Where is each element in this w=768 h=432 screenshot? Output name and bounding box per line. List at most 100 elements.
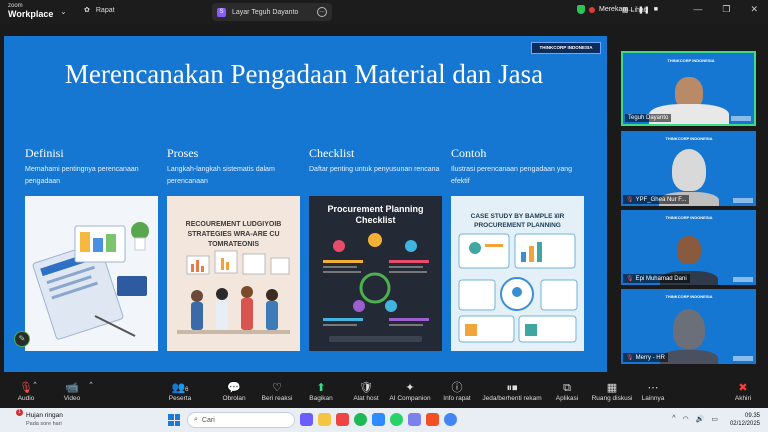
participant-tile[interactable]: THINKCORP INDONESIA 🎙 Epi Muhamad Dani	[621, 210, 756, 285]
more-icon[interactable]: …	[317, 7, 327, 17]
meeting-info-label: Info rapat	[443, 395, 471, 402]
file-explorer-icon[interactable]	[318, 413, 331, 426]
audio-options-chevron-icon[interactable]: ^	[30, 381, 40, 388]
participant-name: 🎙 Merry - HR	[623, 353, 668, 362]
info-icon: ⓘ	[451, 382, 463, 394]
heart-icon: ♡	[272, 382, 282, 394]
time: 09.35	[744, 413, 760, 419]
host-tools-label: Alat host	[353, 395, 379, 402]
windows-start-icon[interactable]	[168, 414, 180, 426]
apps-label: Aplikasi	[555, 395, 579, 402]
column-text: Ilustrasi perencanaan pengadaan yang efe…	[451, 166, 573, 185]
people-icon: 👥6	[171, 382, 189, 394]
participant-face	[671, 149, 706, 191]
zoom-logo: zoom Workplace	[8, 2, 53, 19]
participant-face	[676, 236, 701, 264]
mic-muted-icon: 🎙	[626, 355, 634, 361]
share-tab[interactable]: S Layar Teguh Dayanto …	[212, 3, 332, 21]
watermark	[733, 277, 753, 282]
weather-title: Hujan ringan	[26, 412, 63, 419]
card3-title: Procurement Planning Checklist	[327, 204, 424, 225]
teams-icon[interactable]	[408, 413, 421, 426]
pause-record-label: Jeda/berhenti rekam	[482, 395, 542, 402]
checklist-illustration: Procurement Planning Checklist	[309, 196, 442, 351]
column-heading: Proses	[167, 146, 199, 160]
weather-badge: 1	[16, 409, 23, 416]
meeting-label: Rapat	[95, 6, 115, 14]
taskbar-clock[interactable]: 09.35 02/12/2025	[730, 412, 760, 428]
minimize-icon[interactable]: —	[693, 4, 702, 15]
stop-icon[interactable]: ■	[654, 6, 658, 13]
end-meeting-button[interactable]: ✖ Akhiri	[721, 381, 765, 402]
shared-screen-slide: THINKCORP INDONESIA Merencanakan Pengada…	[4, 36, 607, 372]
pause-record-button[interactable]: ⏸⏹ Jeda/berhenti rekam	[482, 381, 542, 402]
breakout-label: Ruang diskusi	[591, 395, 633, 402]
chevron-up-icon[interactable]: ^	[672, 415, 675, 423]
chevron-down-icon[interactable]: ⌄	[60, 7, 67, 16]
search-icon: ⌕	[194, 416, 198, 423]
column-proses: Proses Langkah-langkah sistematis dalam …	[167, 146, 302, 188]
participant-body	[659, 350, 718, 364]
audio-button[interactable]: 🎙 Audio	[4, 381, 48, 402]
share-button[interactable]: ⬆ Bagikan	[299, 381, 343, 402]
copilot-icon[interactable]	[300, 413, 313, 426]
system-tray: ^ ◠ 🔊 ▭	[672, 415, 718, 423]
share-screen-icon: ⬆	[316, 382, 326, 394]
battery-icon[interactable]: ▭	[711, 415, 718, 423]
more-button[interactable]: ⋯ Lainnya	[631, 381, 675, 402]
mic-muted-icon: 🎙	[626, 197, 634, 203]
whatsapp-icon[interactable]	[390, 413, 403, 426]
share-label: Bagikan	[309, 395, 333, 402]
chat-button[interactable]: 💬 Obrolan	[212, 381, 256, 402]
record-dot-icon	[589, 6, 595, 13]
browser-icon[interactable]	[336, 413, 349, 426]
breakout-rooms-button[interactable]: ▦ Ruang diskusi	[587, 381, 637, 402]
meeting-info-button[interactable]: ⓘ Info rapat	[435, 381, 479, 402]
shield-icon	[577, 5, 585, 14]
participant-tile[interactable]: THINKCORP INDONESIA 🎙 YPF_Ghea Nur F...	[621, 131, 756, 206]
more-label: Lainnya	[641, 395, 665, 402]
column-heading: Checklist	[309, 146, 355, 160]
column-definisi: Definisi Memahami pentingnya perencanaan…	[25, 146, 160, 188]
close-icon[interactable]: ✕	[750, 4, 758, 15]
watermark	[733, 198, 753, 203]
participant-tile[interactable]: THINKCORP INDONESIA 🎙 Merry - HR	[621, 289, 756, 364]
video-options-chevron-icon[interactable]: ^	[86, 381, 96, 388]
share-badge: S	[217, 7, 226, 17]
weather-subtitle: Pada sore hari	[26, 421, 62, 427]
weather-widget[interactable]: Hujan ringan Pada sore hari	[26, 412, 63, 428]
participant-name: Teguh Dayanto	[625, 114, 672, 122]
host-tools-button[interactable]: 🛡 Alat host	[344, 381, 388, 402]
taskbar-search[interactable]: ⌕ Cari	[187, 412, 295, 428]
grid-icon: ▦	[606, 382, 618, 394]
meeting-menu[interactable]: ✿ Rapat	[84, 6, 115, 15]
proses-illustration: RECOUREMENT LUDGIYOIB STRATEGIES WRA-ARE…	[167, 196, 300, 351]
audio-label: Audio	[17, 395, 35, 402]
annotate-pen-icon[interactable]: ✎	[14, 331, 30, 347]
participant-count: 6	[185, 387, 189, 393]
grid-icon: ▦	[622, 7, 629, 14]
react-button[interactable]: ♡ Beri reaksi	[255, 381, 299, 402]
zoom-icon[interactable]	[372, 413, 385, 426]
participant-tile[interactable]: THINKCORP INDONESIA Teguh Dayanto	[621, 51, 756, 126]
wifi-icon[interactable]: ◠	[683, 415, 689, 423]
ai-companion-button[interactable]: ✦ AI Companion	[388, 381, 432, 402]
apps-button[interactable]: ⧉ Aplikasi	[545, 381, 589, 402]
title-bar: zoom Workplace ⌄ ✿ Rapat S Layar Teguh D…	[0, 0, 768, 24]
chrome-icon[interactable]	[444, 413, 457, 426]
restore-icon[interactable]: ❐	[722, 4, 730, 15]
view-button[interactable]: ▦ Lihat	[622, 6, 646, 14]
definisi-illustration	[25, 196, 158, 351]
spotify-icon[interactable]	[354, 413, 367, 426]
participant-name: 🎙 YPF_Ghea Nur F...	[623, 195, 690, 204]
column-heading: Contoh	[451, 146, 487, 160]
participants-button[interactable]: 👥6 Peserta	[158, 381, 202, 402]
chat-icon: 💬	[227, 382, 241, 394]
volume-icon[interactable]: 🔊	[696, 415, 705, 423]
office-icon[interactable]	[426, 413, 439, 426]
column-checklist: Checklist Daftar penting untuk penyusuna…	[309, 146, 444, 176]
mic-muted-icon: 🎙	[19, 382, 33, 394]
apps-icon: ⧉	[563, 382, 571, 394]
share-tab-label: Layar Teguh Dayanto	[232, 8, 299, 16]
column-text: Langkah-langkah sistematis dalam perenca…	[167, 166, 275, 185]
